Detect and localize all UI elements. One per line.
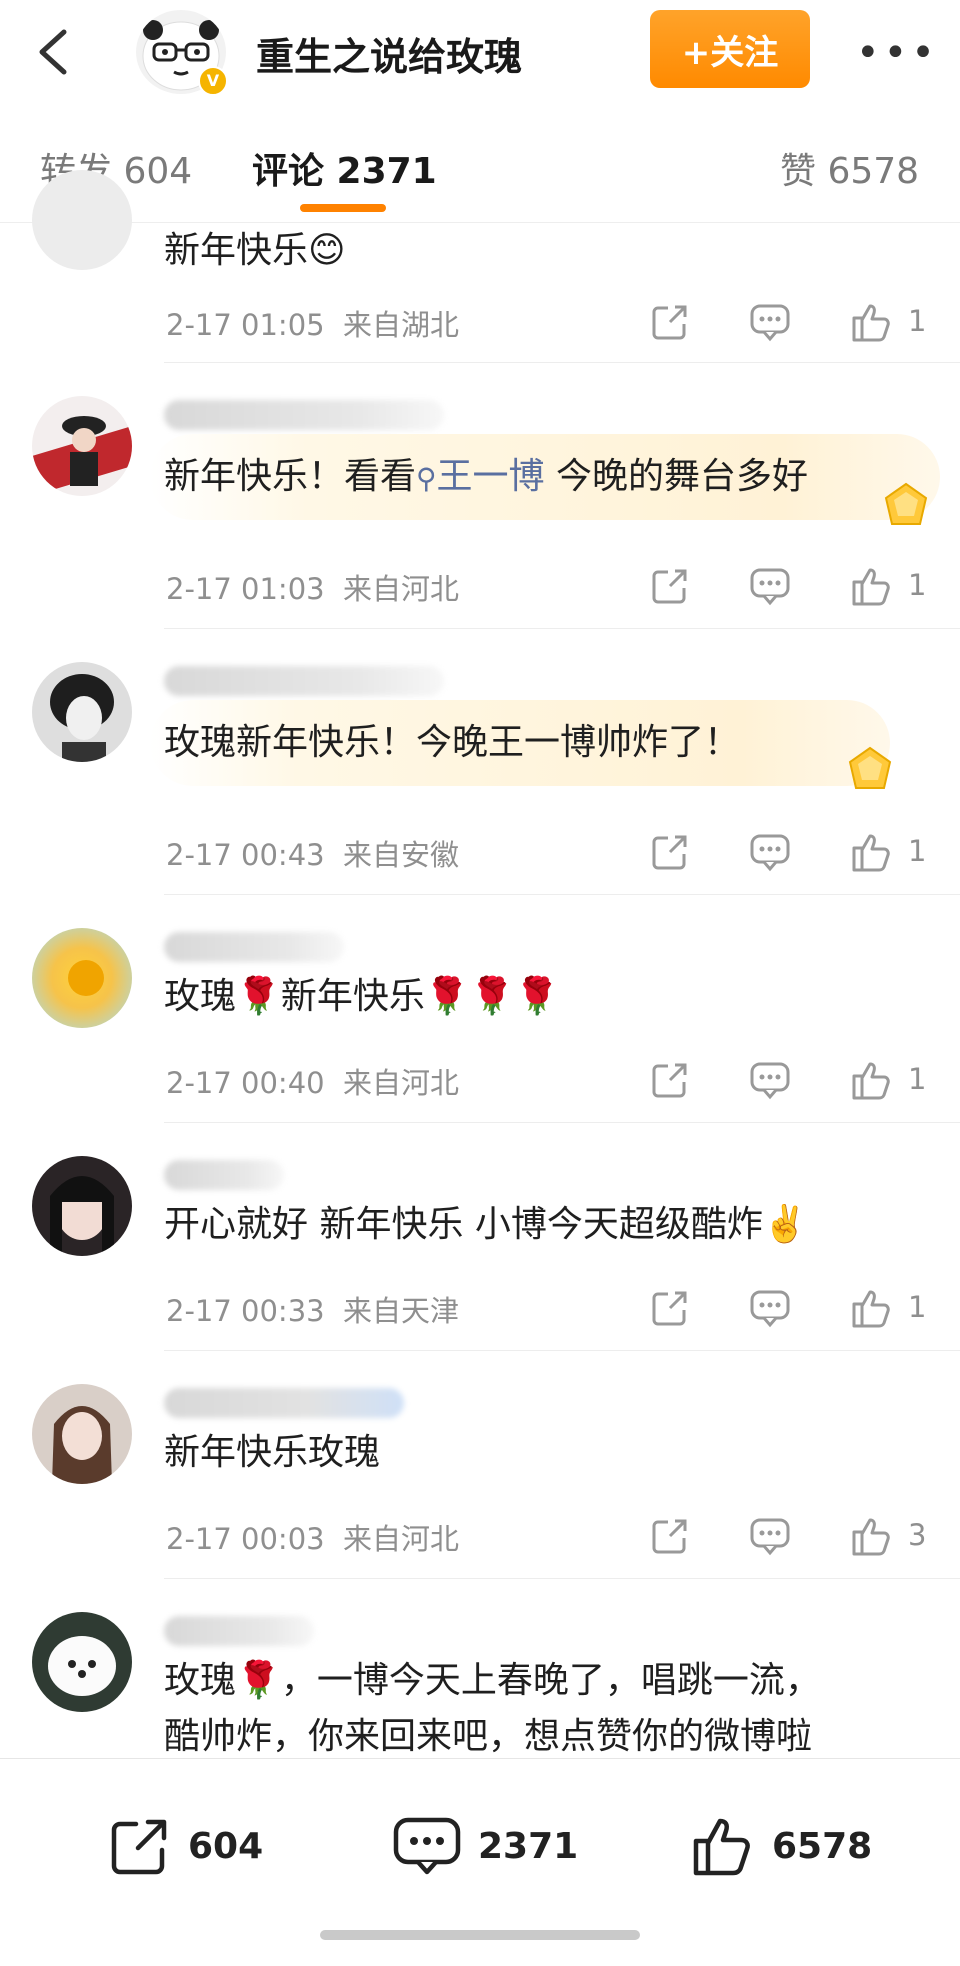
reply-icon[interactable] [748, 1286, 792, 1330]
thumbs-up-icon [693, 1818, 750, 1876]
like-count: 1 [908, 1062, 927, 1096]
smile-emoji: 😊 [308, 230, 346, 271]
like-total: 6578 [772, 1825, 873, 1867]
blurred-username [164, 1388, 404, 1418]
comment-text-line-1: 玫瑰🌹，一博今天上春晚了，唱跳一流， [164, 1660, 821, 1701]
more-options-icon[interactable]: ••• [856, 30, 939, 76]
comment-time: 2-17 00:33 [166, 1294, 325, 1328]
comment-time: 2-17 01:03 [166, 572, 325, 606]
comment-location: 来自湖北 [343, 308, 460, 342]
commenter-avatar[interactable] [32, 928, 132, 1028]
share-icon[interactable] [648, 1514, 692, 1558]
commenter-avatar[interactable] [32, 1612, 132, 1712]
page-title: 重生之说给玫瑰 [256, 35, 523, 79]
top-nav-bar: V 重生之说给玫瑰 +关注 ••• [0, 0, 960, 104]
like-button[interactable]: 6578 [690, 1811, 872, 1881]
blurred-username [164, 1160, 284, 1190]
comment-location: 来自天津 [343, 1294, 460, 1328]
divider [164, 628, 960, 629]
reply-icon[interactable] [748, 1058, 792, 1102]
comment-text: 新年快乐！看看 [164, 456, 417, 497]
commenter-avatar[interactable] [32, 662, 132, 762]
search-icon: ⚲ [416, 462, 437, 495]
like-icon[interactable] [850, 300, 894, 344]
commenter-avatar[interactable] [32, 396, 132, 496]
like-icon[interactable] [850, 564, 894, 608]
divider [164, 1578, 960, 1579]
back-arrow-icon[interactable] [30, 24, 80, 80]
reply-icon[interactable] [748, 1514, 792, 1558]
comment-button[interactable]: 2371 [392, 1811, 578, 1881]
comment-text: 玫瑰新年快乐！今晚王一博帅炸了！ [164, 722, 741, 763]
divider [164, 1350, 960, 1351]
commenter-avatar[interactable] [32, 1384, 132, 1484]
tab-comments[interactable]: 评论 2371 [252, 142, 437, 194]
commenter-avatar[interactable] [32, 1156, 132, 1256]
comment-count: 2371 [478, 1825, 579, 1867]
comment-time: 2-17 01:05 [166, 308, 325, 342]
medal-badge-icon [848, 746, 892, 789]
share-icon[interactable] [648, 564, 692, 608]
comment-time: 2-17 00:40 [166, 1066, 325, 1100]
like-count: 3 [908, 1518, 927, 1552]
tab-likes[interactable]: 赞 6578 [780, 142, 919, 194]
share-icon[interactable] [648, 300, 692, 344]
blurred-username [164, 1616, 314, 1646]
repost-button[interactable]: 604 [108, 1811, 263, 1881]
comment-time: 2-17 00:03 [166, 1522, 325, 1556]
home-indicator[interactable] [320, 1930, 640, 1940]
divider [164, 1122, 960, 1123]
reply-icon[interactable] [748, 830, 792, 874]
like-count: 1 [908, 304, 927, 338]
verified-badge: V [198, 66, 228, 96]
share-icon[interactable] [648, 830, 692, 874]
comment-icon [393, 1817, 461, 1875]
active-tab-indicator [300, 204, 386, 212]
like-count: 1 [908, 568, 927, 602]
commenter-avatar[interactable] [32, 170, 132, 270]
reply-icon[interactable] [748, 564, 792, 608]
comment-text: 新年快乐玫瑰 [164, 1432, 381, 1473]
divider [164, 894, 960, 895]
comment-location: 来自河北 [343, 1522, 460, 1556]
blurred-username [164, 932, 344, 962]
share-icon[interactable] [648, 1058, 692, 1102]
blurred-username [164, 400, 444, 430]
comment-text: 今晚的舞台多好 [544, 456, 808, 497]
repost-icon [111, 1819, 167, 1875]
repost-count: 604 [188, 1825, 264, 1867]
divider [164, 362, 960, 363]
tab-bar: 转发 604 评论 2371 赞 6578 [0, 104, 960, 223]
medal-badge-icon [884, 482, 928, 525]
blurred-username [164, 666, 444, 696]
comment-text: 开心就好 新年快乐 小博今天超级酷炸✌️ [164, 1204, 808, 1245]
share-icon[interactable] [648, 1286, 692, 1330]
like-count: 1 [908, 1290, 927, 1324]
reply-icon[interactable] [748, 300, 792, 344]
like-count: 1 [908, 834, 927, 868]
comment-text: 玫瑰🌹新年快乐🌹🌹🌹 [164, 976, 560, 1017]
comment-time: 2-17 00:43 [166, 838, 325, 872]
follow-button[interactable]: +关注 [650, 10, 810, 88]
comment-location: 来自河北 [343, 572, 460, 606]
like-icon[interactable] [850, 1286, 894, 1330]
comment-text: 新年快乐 [164, 230, 309, 271]
topic-link[interactable]: ⚲王一博 [416, 456, 545, 497]
comment-location: 来自安徽 [343, 838, 460, 872]
like-icon[interactable] [850, 830, 894, 874]
like-icon[interactable] [850, 1058, 894, 1102]
comment-location: 来自河北 [343, 1066, 460, 1100]
like-icon[interactable] [850, 1514, 894, 1558]
